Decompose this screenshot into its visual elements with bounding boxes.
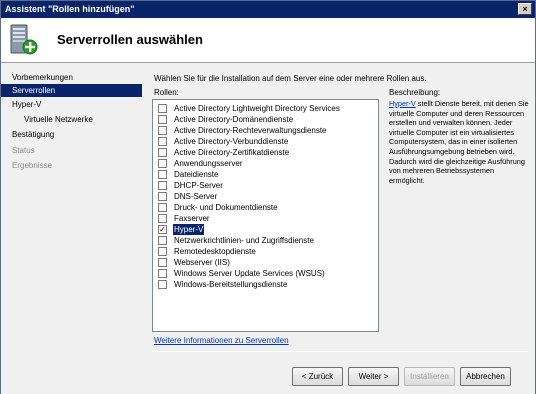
role-label: Webserver (IIS): [174, 258, 230, 267]
role-label: Active Directory-Verbunddienste: [174, 137, 289, 146]
nav-item-hyper-v[interactable]: Hyper-V: [1, 98, 142, 111]
install-button[interactable]: Installieren: [404, 367, 455, 386]
more-info-link[interactable]: Weitere Informationen zu Serverrollen: [154, 336, 289, 345]
description-text: stellt Dienste bereit, mit denen Sie vir…: [389, 99, 529, 185]
role-checkbox[interactable]: [158, 148, 167, 157]
description-label: Beschreibung:: [389, 88, 441, 97]
role-checkbox[interactable]: [158, 203, 167, 212]
role-checkbox[interactable]: [158, 236, 167, 245]
role-description: Hyper-V stellt Dienste bereit, mit denen…: [389, 99, 529, 185]
role-checkbox[interactable]: [158, 280, 167, 289]
page-title: Serverrollen auswählen: [57, 32, 203, 47]
close-button[interactable]: ×: [518, 3, 532, 15]
role-label: Anwendungsserver: [174, 159, 243, 168]
nav-item-ergebnisse: Ergebnisse: [12, 161, 53, 170]
roles-list[interactable]: Active Directory Lightweight Directory S…: [152, 99, 379, 332]
role-checkbox[interactable]: [158, 269, 167, 278]
nav-item-bestaetigung[interactable]: Bestätigung: [1, 128, 142, 141]
role-label: Windows-Bereitstellungsdienste: [174, 280, 288, 289]
role-label: Dateidienste: [174, 170, 219, 179]
role-checkbox[interactable]: [158, 137, 167, 146]
role-label: Hyper-V: [173, 224, 205, 235]
role-checkbox[interactable]: [158, 192, 167, 201]
role-label: Netzwerkrichtlinien- und Zugriffsdienste: [174, 236, 314, 245]
window-title: Assistent "Rollen hinzufügen": [5, 4, 135, 14]
description-link[interactable]: Hyper-V: [389, 99, 416, 108]
role-checkbox[interactable]: ✓: [158, 225, 167, 234]
role-checkbox[interactable]: [158, 126, 167, 135]
cancel-button[interactable]: Abbrechen: [460, 367, 511, 386]
instruction-text: Wählen Sie für die Installation auf dem …: [154, 74, 427, 83]
role-label: Windows Server Update Services (WSUS): [174, 269, 325, 278]
wizard-nav: Vorbemerkungen Serverrollen Hyper-V Virt…: [1, 64, 142, 394]
role-checkbox[interactable]: [158, 181, 167, 190]
role-label: Active Directory Lightweight Directory S…: [174, 104, 340, 113]
wizard-header: Serverrollen auswählen: [1, 18, 535, 63]
server-add-icon: [7, 23, 39, 57]
role-label: Active Directory-Rechteverwaltungsdienst…: [174, 126, 327, 135]
role-checkbox[interactable]: [158, 258, 167, 267]
role-label: Faxserver: [174, 214, 210, 223]
role-label: Active Directory-Domänendienste: [174, 115, 294, 124]
role-label: Remotedesktopdienste: [174, 247, 256, 256]
next-button[interactable]: Weiter >: [348, 367, 399, 386]
nav-item-status: Status: [12, 146, 35, 155]
roles-label: Rollen:: [154, 88, 179, 97]
role-checkbox[interactable]: [158, 170, 167, 179]
role-checkbox[interactable]: [158, 247, 167, 256]
role-checkbox[interactable]: [158, 214, 167, 223]
role-label: Active Directory-Zertifikatdienste: [174, 148, 290, 157]
back-button[interactable]: < Zurück: [292, 367, 343, 386]
title-bar: Assistent "Rollen hinzufügen" ×: [1, 1, 535, 18]
role-label: DHCP-Server: [174, 181, 223, 190]
nav-item-serverrollen[interactable]: Serverrollen: [1, 84, 142, 97]
nav-item-vorbemerkungen[interactable]: Vorbemerkungen: [1, 71, 142, 84]
wizard-content: Wählen Sie für die Installation auf dem …: [142, 64, 535, 394]
wizard-window: Assistent "Rollen hinzufügen" × Serverro…: [0, 0, 536, 394]
role-checkbox[interactable]: [158, 115, 167, 124]
role-checkbox[interactable]: [158, 159, 167, 168]
role-label: DNS-Server: [174, 192, 218, 201]
separator: [152, 351, 528, 352]
role-checkbox[interactable]: [158, 104, 167, 113]
role-label: Druck- und Dokumentdienste: [174, 203, 278, 212]
nav-item-virtuelle-netzwerke[interactable]: Virtuelle Netzwerke: [1, 113, 142, 126]
